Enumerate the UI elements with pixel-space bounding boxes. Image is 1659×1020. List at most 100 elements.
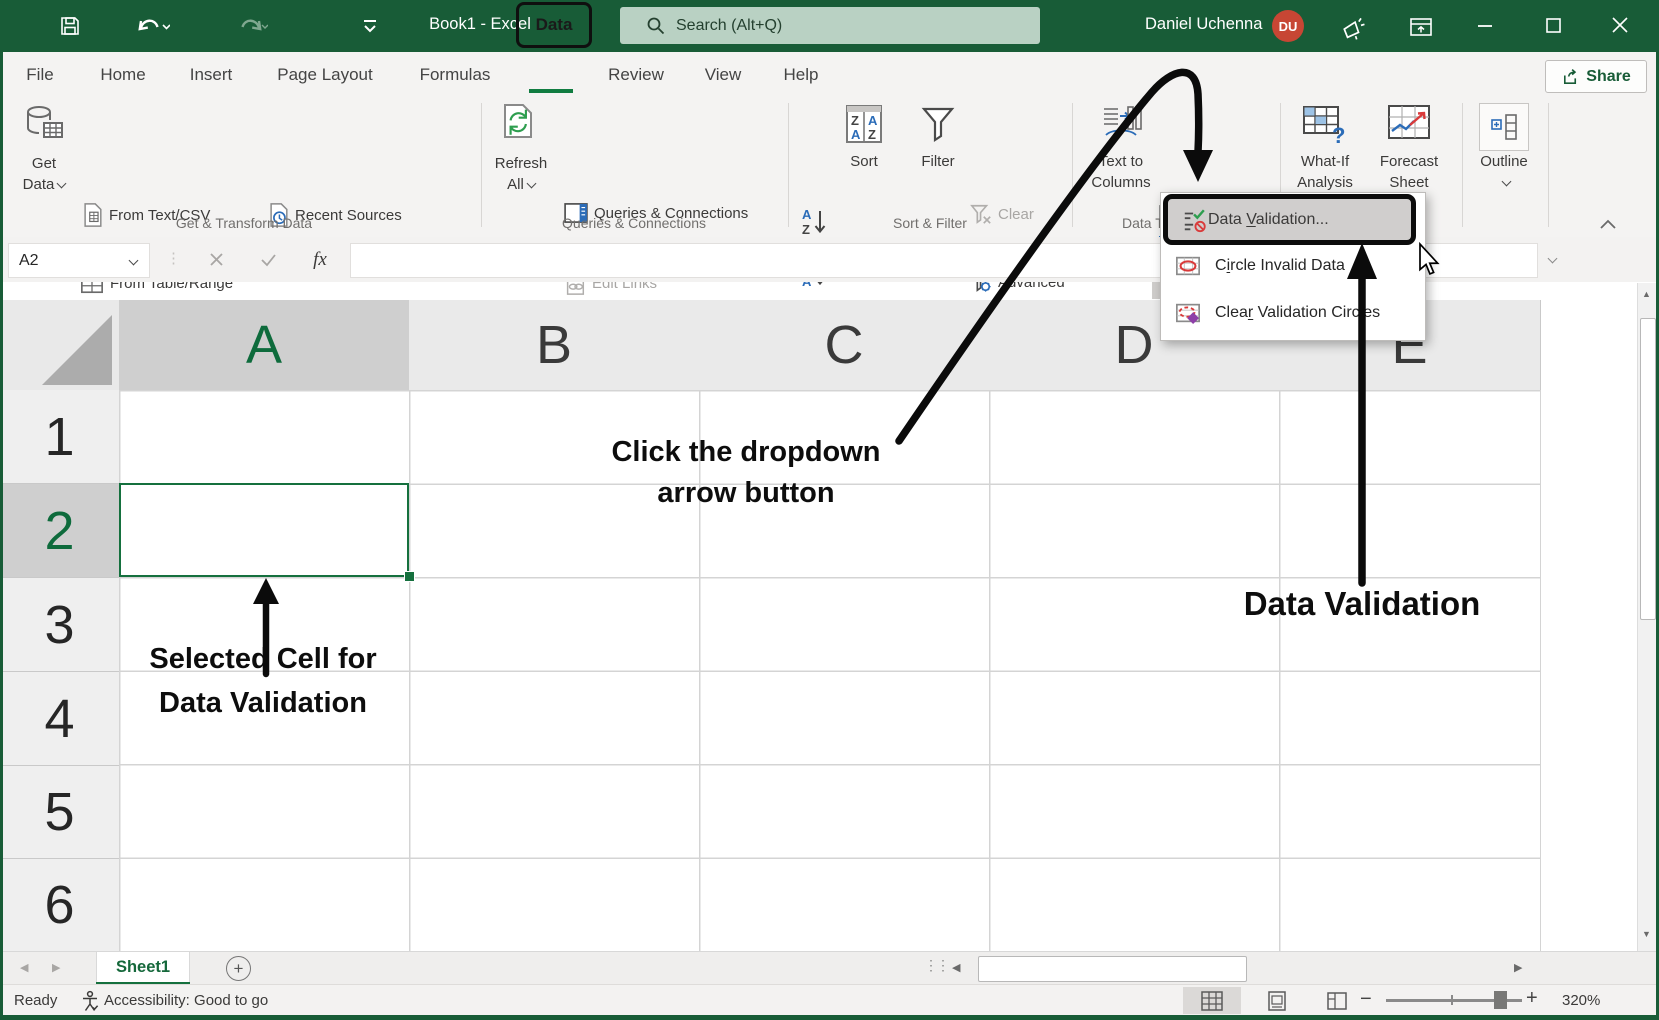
menu-item-circle-invalid-data[interactable]: Circle Invalid Data — [1161, 245, 1425, 287]
name-box-value: A2 — [19, 252, 39, 270]
collapse-ribbon-button[interactable] — [1598, 217, 1618, 231]
sheet-nav-right-icon[interactable]: ▶ — [52, 961, 60, 974]
text-to-columns-label: Text to — [1099, 153, 1143, 170]
column-header-c[interactable]: C — [699, 300, 990, 391]
zoom-level[interactable]: 320% — [1562, 992, 1600, 1009]
hscroll-right-icon[interactable]: ▶ — [1514, 961, 1522, 974]
annotation-selected-cell-line2: Data Validation — [159, 687, 367, 720]
feedback-megaphone-icon[interactable] — [1340, 13, 1368, 41]
maximize-button[interactable] — [1546, 18, 1561, 33]
tab-help[interactable]: Help — [784, 52, 819, 97]
data-validation-menu-icon — [1182, 207, 1208, 233]
text-to-columns-button[interactable]: Text to Columns — [1086, 103, 1156, 193]
zoom-out-button[interactable]: − — [1360, 988, 1372, 1011]
menu-item-label: Data Validation... — [1208, 211, 1329, 229]
new-sheet-button[interactable]: + — [226, 956, 251, 981]
zoom-slider-thumb[interactable] — [1494, 991, 1507, 1009]
cancel-button — [196, 243, 236, 276]
tab-view[interactable]: View — [705, 52, 742, 97]
view-page-layout-button[interactable] — [1248, 987, 1306, 1014]
share-button[interactable]: Share — [1545, 60, 1647, 93]
minimize-button[interactable] — [1478, 24, 1492, 28]
tab-scrollbar-splitter[interactable]: ⋮⋮ — [924, 957, 948, 974]
hscroll-left-icon[interactable]: ◀ — [952, 961, 960, 974]
accessibility-icon — [80, 990, 100, 1012]
clear-filter-button: Clear — [970, 203, 1034, 225]
annotation-data-validation: Data Validation — [1244, 585, 1481, 623]
row-header-5[interactable]: 5 — [0, 766, 119, 859]
outline-button[interactable]: Outline — [1474, 103, 1534, 193]
search-box[interactable]: Search (Alt+Q) — [620, 7, 1040, 44]
forecast-sheet-button[interactable]: Forecast Sheet — [1378, 103, 1440, 193]
close-button[interactable] — [1612, 17, 1628, 33]
name-box[interactable]: A2 — [8, 243, 150, 278]
chevron-down-icon — [1501, 177, 1511, 187]
expand-formula-bar-icon[interactable] — [1548, 254, 1558, 264]
sheet-tab-sheet1[interactable]: Sheet1 — [96, 952, 190, 982]
horizontal-scrollbar-thumb[interactable] — [978, 956, 1247, 982]
formula-bar-splitter[interactable]: ⋮ — [166, 249, 180, 267]
tab-data[interactable]: Data — [516, 2, 592, 48]
text-to-columns-icon — [1100, 103, 1142, 145]
status-accessibility[interactable]: Accessibility: Good to go — [104, 992, 268, 1009]
save-icon[interactable] — [58, 14, 82, 38]
svg-text:?: ? — [1332, 123, 1345, 145]
menu-item-data-validation[interactable]: Data Validation... — [1163, 194, 1416, 245]
what-if-analysis-icon: ? — [1302, 103, 1348, 145]
row-header-1[interactable]: 1 — [0, 390, 119, 484]
vertical-scrollbar-thumb[interactable] — [1640, 318, 1656, 620]
view-page-break-button[interactable] — [1308, 987, 1366, 1014]
row-header-2[interactable]: 2 — [0, 484, 122, 578]
tab-review[interactable]: Review — [608, 52, 664, 97]
row-header-3[interactable]: 3 — [0, 578, 119, 672]
name-box-dropdown-icon[interactable] — [129, 256, 139, 266]
tab-file[interactable]: File — [26, 52, 53, 97]
filter-label: Filter — [921, 153, 954, 170]
tab-page-layout[interactable]: Page Layout — [277, 52, 372, 97]
get-data-button[interactable]: Get Data — [14, 103, 74, 195]
group-label-data-tools: Data Tools — [1122, 215, 1160, 231]
redo-icon[interactable] — [234, 13, 268, 39]
ribbon-display-options-icon[interactable] — [1408, 15, 1434, 39]
group-divider — [481, 103, 482, 227]
zoom-in-button[interactable]: + — [1526, 987, 1538, 1010]
sort-ascending-button[interactable]: AZ — [800, 207, 830, 237]
from-text-csv-icon — [82, 203, 103, 227]
sort-button[interactable]: ZAAZ Sort — [838, 103, 890, 172]
normal-view-icon — [1201, 991, 1223, 1011]
vertical-scrollbar[interactable]: ▲ ▼ — [1637, 283, 1657, 951]
page-break-view-icon — [1326, 991, 1348, 1011]
undo-icon[interactable] — [136, 13, 170, 39]
tab-insert[interactable]: Insert — [190, 52, 233, 97]
filter-button[interactable]: Filter — [910, 103, 966, 172]
annotation-selected-cell-line1: Selected Cell for — [149, 643, 376, 676]
get-data-label: Get — [32, 155, 56, 172]
what-if-analysis-label: What-If — [1301, 153, 1349, 170]
sheet-nav-left-icon[interactable]: ◀ — [20, 961, 28, 974]
avatar[interactable]: DU — [1272, 10, 1304, 42]
view-normal-button[interactable] — [1183, 987, 1241, 1014]
column-header-a[interactable]: A — [119, 300, 410, 393]
selected-cell-a2[interactable] — [119, 483, 409, 577]
vscroll-down-icon[interactable]: ▼ — [1642, 929, 1651, 939]
insert-function-button[interactable]: fx — [300, 243, 340, 276]
group-divider — [1072, 103, 1073, 227]
tab-home[interactable]: Home — [100, 52, 145, 97]
tab-formulas[interactable]: Formulas — [420, 52, 491, 97]
refresh-all-button[interactable]: Refresh All — [486, 103, 556, 195]
row-header-6[interactable]: 6 — [0, 859, 119, 952]
outline-icon — [1488, 112, 1520, 142]
vscroll-up-icon[interactable]: ▲ — [1642, 289, 1651, 299]
group-divider — [788, 103, 789, 227]
fill-handle[interactable] — [404, 571, 415, 582]
sheet-tab-bar: ◀ ▶ Sheet1 + ⋮⋮ ◀ ▶ — [0, 951, 1659, 985]
quick-access-toolbar-icon[interactable] — [360, 18, 380, 34]
share-icon — [1561, 67, 1580, 86]
menu-item-clear-validation-circles[interactable]: Clear Validation Circles — [1161, 292, 1425, 334]
menu-item-label: Clear Validation Circles — [1215, 304, 1380, 322]
cancel-icon — [209, 252, 224, 267]
enter-button — [248, 243, 288, 276]
checkmark-icon — [260, 253, 277, 267]
column-header-b[interactable]: B — [409, 300, 700, 391]
row-header-4[interactable]: 4 — [0, 672, 119, 766]
